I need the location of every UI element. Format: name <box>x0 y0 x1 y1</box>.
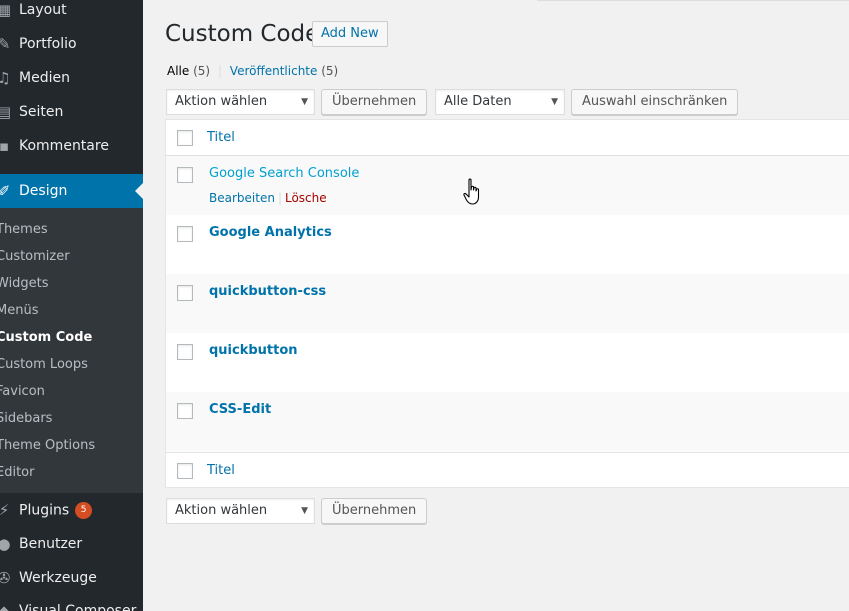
table-row: Google Search Console Bearbeiten | Lösche <box>166 156 849 215</box>
chevron-down-icon: ▼ <box>301 506 308 516</box>
bulk-action-select-bottom[interactable]: Aktion wählen ▼ <box>166 498 315 524</box>
apply-button-top[interactable]: Übernehmen <box>321 89 428 115</box>
brush-icon: ✐ <box>0 182 11 200</box>
screen-options-edge <box>537 0 849 1</box>
table-row: Google Analytics <box>166 215 849 274</box>
menu-item-portfolio[interactable]: ✎ Portfolio <box>0 27 143 61</box>
layout-icon: ▦ <box>0 1 12 19</box>
row-checkbox[interactable] <box>177 226 193 242</box>
media-icon: ♫ <box>0 69 11 87</box>
submenu-menus[interactable]: Menüs <box>0 297 38 324</box>
design-submenu: Themes Customizer Widgets Menüs Custom C… <box>0 208 143 493</box>
select-all-checkbox-footer[interactable] <box>177 463 193 479</box>
menu-item-layout[interactable]: ▦ Layout <box>0 0 143 27</box>
table-row: quickbutton-css <box>166 274 849 333</box>
row-title-link[interactable]: Google Search Console <box>209 166 359 181</box>
table-row: CSS-Edit <box>166 392 849 451</box>
table-header: Titel <box>166 120 849 156</box>
row-checkbox[interactable] <box>177 167 193 183</box>
pages-icon: ▤ <box>0 103 12 121</box>
submenu-favicon[interactable]: Favicon <box>0 378 45 405</box>
filter-all[interactable]: Alle <box>167 64 189 78</box>
action-separator: | <box>277 191 282 205</box>
submenu-custom-code[interactable]: Custom Code <box>0 324 92 351</box>
status-filters: Alle (5) | Veröffentlichte (5) <box>167 64 338 78</box>
row-title-link[interactable]: quickbutton-css <box>209 284 326 299</box>
plugins-label: Plugins <box>19 502 70 518</box>
main-content: Custom Code Add New Alle (5) | Veröffent… <box>143 0 849 611</box>
users-icon: ● <box>0 535 11 553</box>
tools-icon: ✇ <box>0 569 11 587</box>
submenu-custom-loops[interactable]: Custom Loops <box>0 351 88 378</box>
select-all-checkbox[interactable] <box>177 130 193 146</box>
menu-item-design[interactable]: ✐ Design <box>0 174 143 208</box>
add-new-button[interactable]: Add New <box>312 21 388 47</box>
table-footer: Titel <box>166 452 849 488</box>
row-checkbox[interactable] <box>177 344 193 360</box>
row-title-link[interactable]: Google Analytics <box>209 225 332 240</box>
trash-link[interactable]: Lösche <box>285 191 327 205</box>
filter-published-count: (5) <box>321 64 339 78</box>
submenu-sidebars[interactable]: Sidebars <box>0 405 52 432</box>
row-checkbox[interactable] <box>177 285 193 301</box>
submenu-editor[interactable]: Editor <box>0 459 34 486</box>
chevron-down-icon: ▼ <box>551 97 558 107</box>
table-row: quickbutton <box>166 333 849 392</box>
menu-item-werkzeuge[interactable]: ✇ Werkzeuge <box>0 561 143 595</box>
filter-all-count: (5) <box>193 64 211 78</box>
row-actions: Bearbeiten | Lösche <box>209 191 327 205</box>
column-title-header[interactable]: Titel <box>207 130 235 145</box>
menu-item-benutzer[interactable]: ● Benutzer <box>0 527 143 561</box>
portfolio-icon: ✎ <box>0 35 11 53</box>
plugin-icon: ⚡ <box>0 501 10 519</box>
column-title-footer[interactable]: Titel <box>207 463 235 478</box>
submenu-theme-options[interactable]: Theme Options <box>0 432 95 459</box>
composer-icon: ◆ <box>0 602 10 611</box>
date-filter-select[interactable]: Alle Daten ▼ <box>435 89 565 115</box>
admin-sidebar: ▦ Layout ✎ Portfolio ♫ Medien ▤ Seiten ▪… <box>0 0 143 611</box>
hand-pointer-icon <box>463 178 480 205</box>
menu-item-kommentare[interactable]: ▪ Kommentare <box>0 129 143 163</box>
posts-table: Titel Google Search Console Bearbeiten | L… <box>165 119 849 488</box>
date-filter-value: Alle Daten <box>444 94 512 109</box>
filter-separator: | <box>217 64 222 78</box>
bulk-action-value: Aktion wählen <box>175 94 268 109</box>
row-title-link[interactable]: CSS-Edit <box>209 402 271 417</box>
menu-item-visual-composer[interactable]: ◆ Visual Composer <box>0 594 143 611</box>
bulk-action-value: Aktion wählen <box>175 503 268 518</box>
filter-button[interactable]: Auswahl einschränken <box>571 89 739 115</box>
submenu-customizer[interactable]: Customizer <box>0 243 70 270</box>
bulk-action-select-top[interactable]: Aktion wählen ▼ <box>166 89 315 115</box>
filter-published[interactable]: Veröffentlichte <box>230 64 318 78</box>
apply-button-bottom[interactable]: Übernehmen <box>321 498 428 524</box>
submenu-widgets[interactable]: Widgets <box>0 270 49 297</box>
chevron-down-icon: ▼ <box>301 97 308 107</box>
row-checkbox[interactable] <box>177 403 193 419</box>
page-title: Custom Code <box>165 21 320 47</box>
submenu-themes[interactable]: Themes <box>0 216 48 243</box>
comments-icon: ▪ <box>0 137 10 155</box>
edit-link[interactable]: Bearbeiten <box>209 191 275 205</box>
menu-item-medien[interactable]: ♫ Medien <box>0 61 143 95</box>
menu-item-seiten[interactable]: ▤ Seiten <box>0 95 143 129</box>
menu-item-plugins[interactable]: ⚡ Plugins 5 <box>0 493 143 527</box>
plugins-update-badge: 5 <box>75 501 93 519</box>
row-title-link[interactable]: quickbutton <box>209 343 298 358</box>
